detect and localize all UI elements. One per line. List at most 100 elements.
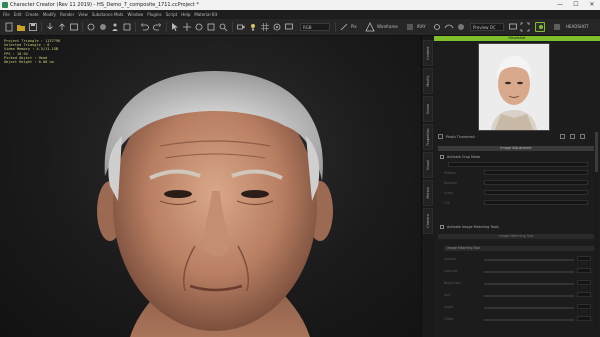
character-icon[interactable] [110,22,120,32]
menu-window[interactable]: Window [128,10,144,19]
matching-tools-bar[interactable]: Image Matching Tool [438,234,594,239]
menu-edit[interactable]: Edit [14,10,22,19]
position-field[interactable] [484,170,588,175]
pick-icon[interactable] [339,22,349,32]
dim-row-scale: Scale [444,191,453,195]
fullscreen-icon[interactable] [520,22,530,32]
matching-brightness-label: Brightness [444,281,461,285]
wireframe-icon[interactable] [365,22,375,32]
headshot-photo[interactable] [478,43,550,131]
save-icon[interactable] [28,22,38,32]
crop-field[interactable] [448,162,588,167]
crop-checkbox[interactable] [440,155,444,159]
offset-slider[interactable] [484,319,574,321]
close-button[interactable]: ✕ [584,0,600,10]
menu-render[interactable]: Render [60,10,74,19]
image-matching-subsection[interactable]: Image Matching Tool [444,246,594,251]
opacity-field[interactable] [577,256,591,261]
display-dropdown[interactable]: Preview DC [470,23,504,31]
scale-icon[interactable] [206,22,216,32]
move-icon[interactable] [182,22,192,32]
headshot-label: HEADSHOT [566,24,589,29]
load-photo-icon[interactable] [560,134,565,139]
headshot-icon[interactable] [535,22,545,32]
shading-icon[interactable] [456,22,466,32]
side-tab-strip: Content Modify Scene Properties Visual M… [421,36,435,337]
tab-motion[interactable]: Motion [423,180,433,206]
tab-visual[interactable]: Visual [423,152,433,178]
menu-create[interactable]: Create [25,10,38,19]
flip-field[interactable] [484,200,588,205]
character-render-image [97,71,333,337]
import-icon[interactable] [45,22,55,32]
menu-script[interactable]: Script [166,10,178,19]
offset-field[interactable] [577,316,591,321]
maximize-button[interactable]: ☐ [568,0,584,10]
camera-icon[interactable] [236,22,246,32]
brightness-slider[interactable] [484,283,574,285]
contrast-slider[interactable] [484,271,574,273]
matching-checkbox[interactable] [440,225,444,229]
activate-crop-row[interactable]: Activate Crop Mode [440,154,480,160]
angle-slider[interactable] [484,307,574,309]
rotate-icon[interactable] [194,22,204,32]
size-slider[interactable] [484,295,574,297]
angle-field[interactable] [577,304,591,309]
render-icon[interactable] [272,22,282,32]
opacity-slider[interactable] [484,259,574,261]
photo-settings-icon[interactable] [580,134,585,139]
tab-scene[interactable]: Scene [423,96,433,122]
export-icon[interactable] [57,22,67,32]
morph-icon[interactable] [86,22,96,32]
3d-viewport[interactable]: Project Triangle : 1137796 Selected Tria… [0,36,421,337]
tab-properties[interactable]: Properties [423,124,433,150]
smooth-icon[interactable] [444,22,454,32]
matching-label: Activate Image Matching Tools [447,225,499,229]
main-toolbar: RGB Pix Wireframe IRAY Preview DC HEADSH… [0,19,600,36]
rotation-field[interactable] [484,180,588,185]
panel-scrollbar[interactable] [595,132,598,332]
pick-label: Pix [351,24,357,29]
matching-size-label: Size [444,293,451,297]
headshot-menu-icon[interactable] [552,22,562,32]
export-photo-icon[interactable] [570,134,575,139]
menu-modify[interactable]: Modify [43,10,56,19]
menu-file[interactable]: File [3,10,10,19]
collapse-icon[interactable] [438,134,443,139]
matching-opacity-label: Opacity [444,257,457,261]
redo-icon[interactable] [152,22,162,32]
minimize-button[interactable]: — [552,0,568,10]
screen-icon[interactable] [508,22,518,32]
quality-icon[interactable] [405,22,415,32]
undo-icon[interactable] [140,22,150,32]
new-icon[interactable] [4,22,14,32]
menu-plugins[interactable]: Plugins [147,10,161,19]
zoom-icon[interactable] [218,22,228,32]
lighting-icon[interactable] [248,22,258,32]
photo-row: Photo Thumbnail [436,133,598,141]
matching-contrast-label: Contrast [444,269,458,273]
scale-field[interactable] [484,190,588,195]
viewport-settings-icon[interactable] [432,22,442,32]
menu-substance-mats[interactable]: Substance Mats [92,10,124,19]
image-adjustment-section[interactable]: Image Adjustment [438,146,594,151]
panel-scroll-thumb[interactable] [595,132,598,172]
open-icon[interactable] [16,22,26,32]
material-icon[interactable] [98,22,108,32]
menu-material-kit[interactable]: Material Kit [194,10,217,19]
menu-view[interactable]: View [78,10,88,19]
layout-icon[interactable] [69,22,79,32]
tab-modify[interactable]: Modify [423,68,433,94]
tab-content[interactable]: Content [423,40,433,66]
select-icon[interactable] [170,22,180,32]
contrast-field[interactable] [577,268,591,273]
grid-icon[interactable] [260,22,270,32]
brightness-field[interactable] [577,280,591,285]
render-mode-dropdown[interactable]: RGB [300,23,330,31]
menu-help[interactable]: Help [181,10,190,19]
display-mode-icon[interactable] [284,22,294,32]
size-field[interactable] [577,292,591,297]
cloth-icon[interactable] [122,22,132,32]
tab-camera[interactable]: Camera [423,208,433,234]
activate-matching-row[interactable]: Activate Image Matching Tools [440,224,499,230]
